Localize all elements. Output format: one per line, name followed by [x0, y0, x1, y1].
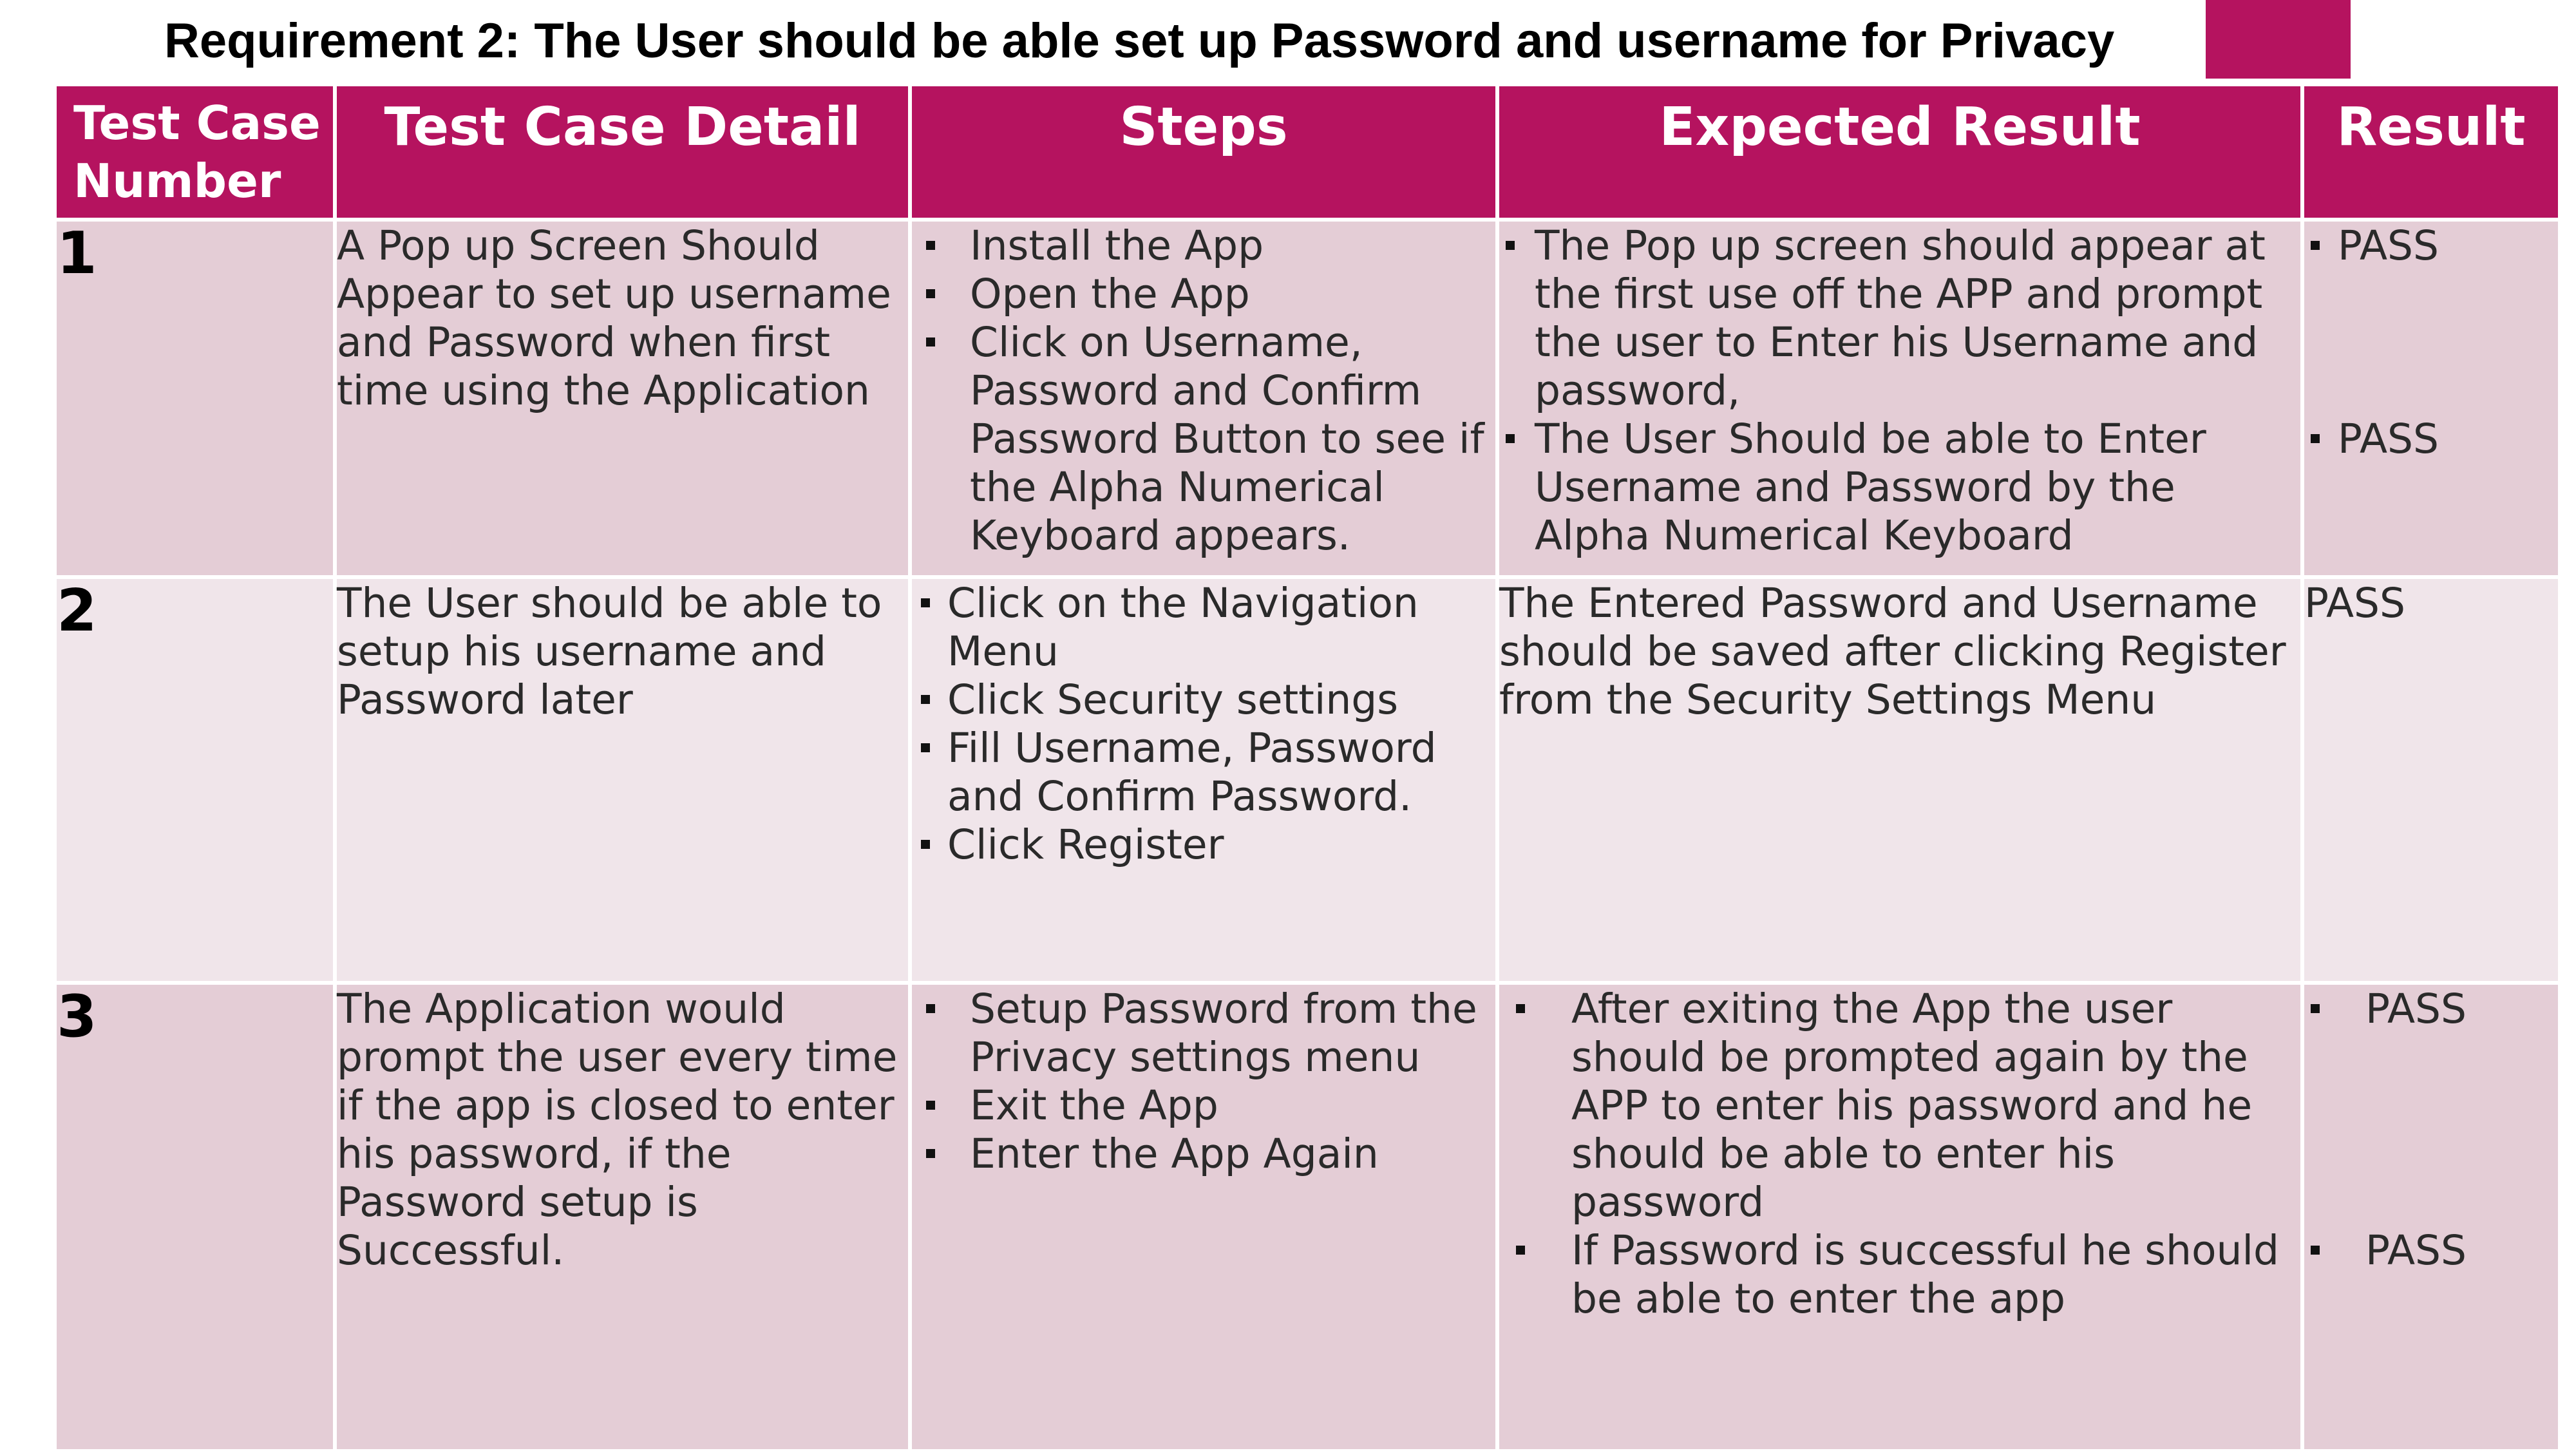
test-case-number: 1 [53, 218, 337, 579]
steps-cell: Install the App Open the App Click on Us… [908, 218, 1499, 579]
expected-result-cell: The Entered Password and Username should… [1495, 575, 2304, 985]
steps-list: Install the App Open the App Click on Us… [912, 222, 1495, 560]
list-item: Open the App [912, 270, 1495, 318]
list-item: Setup Password from the Privacy settings… [912, 985, 1495, 1081]
result-list: PASS PASS [2304, 985, 2558, 1275]
table-row: 2 The User should be able to setup his u… [53, 575, 2562, 985]
steps-cell: Click on the Navigation Menu Click Secur… [908, 575, 1499, 985]
result-value: PASS [2304, 415, 2558, 463]
list-item: Install the App [912, 222, 1495, 270]
result-value: PASS [2304, 1226, 2558, 1275]
table-row: 1 A Pop up Screen Should Appear to set u… [53, 218, 2562, 579]
result-cell: PASS PASS [2300, 218, 2562, 579]
list-item: Click Security settings [912, 676, 1495, 724]
list-item: Click on Username, Password and Confirm … [912, 318, 1495, 560]
steps-cell: Setup Password from the Privacy settings… [908, 981, 1499, 1453]
list-item: Fill Username, Password and Confirm Pass… [912, 724, 1495, 821]
expected-result-cell: After exiting the App the user should be… [1495, 981, 2304, 1453]
list-item: Exit the App [912, 1081, 1495, 1130]
result-value: PASS [2300, 575, 2562, 985]
result-cell: PASS PASS [2300, 981, 2562, 1453]
test-case-number: 3 [53, 981, 337, 1453]
list-item: Click Register [912, 821, 1495, 869]
steps-list: Setup Password from the Privacy settings… [912, 985, 1495, 1178]
header-result: Result [2300, 82, 2562, 222]
test-case-detail: The User should be able to setup his use… [333, 575, 912, 985]
expected-result-cell: The Pop up screen should appear at the f… [1495, 218, 2304, 579]
expected-list: After exiting the App the user should be… [1499, 985, 2300, 1323]
list-item: If Password is successful he should be a… [1499, 1226, 2300, 1323]
accent-block [2206, 0, 2351, 79]
result-value: PASS [2304, 222, 2558, 270]
list-item: Click on the Navigation Menu [912, 579, 1495, 676]
table-header-row: Test Case Number Test Case Detail Steps … [53, 82, 2562, 222]
result-list: PASS PASS [2304, 222, 2558, 463]
header-steps: Steps [908, 82, 1499, 222]
test-case-detail: A Pop up Screen Should Appear to set up … [333, 218, 912, 579]
list-item: The User Should be able to Enter Usernam… [1499, 415, 2300, 560]
list-item: After exiting the App the user should be… [1499, 985, 2300, 1226]
test-case-table: Test Case Number Test Case Detail Steps … [53, 82, 2562, 1453]
test-case-number: 2 [53, 575, 337, 985]
table-row: 3 The Application would prompt the user … [53, 981, 2562, 1453]
steps-list: Click on the Navigation Menu Click Secur… [912, 579, 1495, 869]
header-test-case-number: Test Case Number [53, 82, 337, 222]
list-item: Enter the App Again [912, 1130, 1495, 1178]
header-expected-result: Expected Result [1495, 82, 2304, 222]
result-value: PASS [2304, 985, 2558, 1033]
test-case-detail: The Application would prompt the user ev… [333, 981, 912, 1453]
expected-list: The Pop up screen should appear at the f… [1499, 222, 2300, 560]
page-title: Requirement 2: The User should be able s… [164, 14, 2115, 68]
header-test-case-detail: Test Case Detail [333, 82, 912, 222]
list-item: The Pop up screen should appear at the f… [1499, 222, 2300, 415]
